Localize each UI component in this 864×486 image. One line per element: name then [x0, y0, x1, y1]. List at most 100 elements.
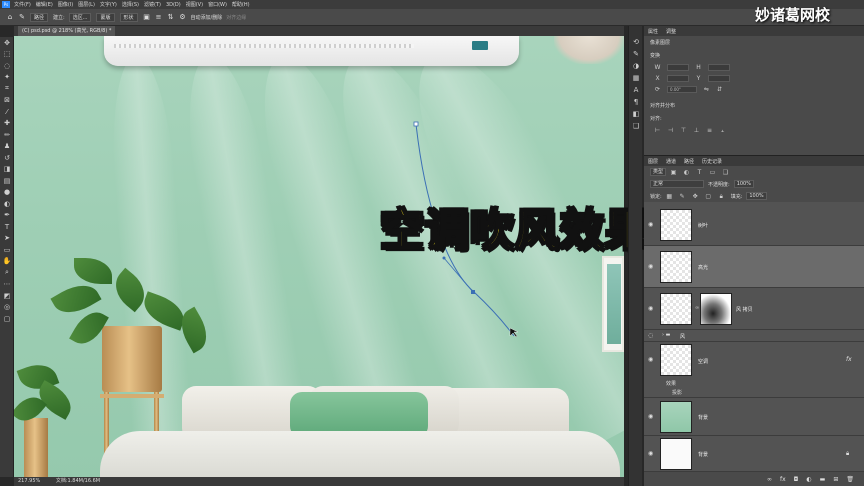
- new-group-icon[interactable]: ▬: [820, 476, 826, 483]
- path-handle[interactable]: [443, 257, 474, 293]
- lock-artboard-icon[interactable]: ▢: [705, 193, 712, 200]
- visibility-eye-icon[interactable]: ◉: [648, 450, 653, 457]
- swatches-panel-icon[interactable]: ▦: [629, 72, 643, 84]
- anchor-point[interactable]: [413, 121, 419, 127]
- flip-vertical-icon[interactable]: ⇵: [716, 86, 723, 93]
- paragraph-panel-icon[interactable]: ¶: [629, 96, 643, 108]
- add-style-icon[interactable]: fx: [780, 476, 786, 483]
- link-icon[interactable]: ∞: [695, 305, 699, 311]
- layer-filter-select[interactable]: 类型: [650, 168, 667, 176]
- layer-name[interactable]: 背景: [698, 451, 708, 458]
- angle-field[interactable]: 0.00°: [667, 86, 697, 93]
- layer-name[interactable]: 背景: [698, 414, 708, 421]
- layer-row[interactable]: ◉ 树叶: [644, 204, 864, 246]
- opacity-field[interactable]: 100%: [733, 180, 754, 188]
- layer-row[interactable]: ◉ 空调 fx 效果 投影: [644, 342, 864, 398]
- link-layers-icon[interactable]: ∞: [767, 476, 772, 483]
- visibility-eye-icon[interactable]: ◌: [648, 332, 653, 339]
- move-tool-icon[interactable]: ✥: [0, 37, 14, 49]
- align-middle-icon[interactable]: ≡: [706, 127, 713, 134]
- menu-item-3d[interactable]: 3D(D): [166, 2, 181, 8]
- lock-position-icon[interactable]: ✥: [692, 193, 699, 200]
- path-operations-icon[interactable]: ▣: [143, 13, 151, 21]
- layer-name[interactable]: 高光: [698, 264, 708, 271]
- path-selection-tool-icon[interactable]: ➤: [0, 233, 14, 245]
- clone-stamp-tool-icon[interactable]: ♟: [0, 141, 14, 153]
- eyedropper-tool-icon[interactable]: ⁄: [0, 106, 14, 118]
- layer-row[interactable]: ◉ ∞ 风 拷贝: [644, 288, 864, 330]
- more-tools-icon[interactable]: ⋯: [0, 279, 14, 291]
- align-left-icon[interactable]: ⊢: [654, 127, 661, 134]
- layer-row[interactable]: ◉ 背景: [644, 398, 864, 436]
- crop-tool-icon[interactable]: ⌗: [0, 83, 14, 95]
- visibility-eye-icon[interactable]: ◉: [648, 356, 653, 363]
- menu-item-file[interactable]: 文件(F): [14, 1, 31, 8]
- tab-properties[interactable]: 属性: [648, 28, 658, 35]
- anchor-point-selected[interactable]: [471, 290, 475, 294]
- layer-name[interactable]: 树叶: [698, 222, 708, 229]
- color-panel-icon[interactable]: ◑: [629, 60, 643, 72]
- document-tab[interactable]: (C) psd.psd @ 218% (高光, RGB/8) *: [18, 26, 116, 36]
- filter-adjust-icon[interactable]: ◐: [683, 169, 690, 176]
- eraser-tool-icon[interactable]: ◨: [0, 164, 14, 176]
- dodge-tool-icon[interactable]: ◐: [0, 198, 14, 210]
- menu-item-edit[interactable]: 编辑(E): [36, 1, 53, 8]
- tab-channels[interactable]: 通道: [666, 158, 676, 165]
- quick-mask-icon[interactable]: ◎: [0, 302, 14, 314]
- visibility-eye-icon[interactable]: ◉: [648, 413, 653, 420]
- menu-item-help[interactable]: 帮助(H): [232, 1, 250, 8]
- layer-name[interactable]: 风 拷贝: [736, 306, 753, 313]
- library-panel-icon[interactable]: ❑: [629, 120, 643, 132]
- color-swatches-icon[interactable]: ◩: [0, 290, 14, 302]
- filter-shape-icon[interactable]: ▭: [709, 169, 716, 176]
- fill-field[interactable]: 100%: [746, 192, 767, 200]
- y-field[interactable]: [708, 75, 730, 82]
- home-icon[interactable]: ⌂: [6, 13, 14, 21]
- healing-brush-tool-icon[interactable]: ✚: [0, 118, 14, 130]
- auto-add-delete-checkbox[interactable]: 自动添加/删除: [191, 14, 223, 21]
- visibility-eye-icon[interactable]: ◉: [648, 305, 653, 312]
- menu-item-view[interactable]: 视图(V): [186, 1, 203, 8]
- frame-tool-icon[interactable]: ⊠: [0, 95, 14, 107]
- visibility-eye-icon[interactable]: ◉: [648, 263, 653, 270]
- adjustment-layer-icon[interactable]: ◐: [806, 476, 811, 483]
- shape-button[interactable]: 形状: [119, 12, 138, 22]
- pen-tool-icon[interactable]: ✒: [0, 210, 14, 222]
- marquee-tool-icon[interactable]: ⬚: [0, 49, 14, 61]
- add-mask-icon[interactable]: ◘: [794, 476, 799, 483]
- screen-mode-icon[interactable]: ▢: [0, 313, 14, 325]
- blend-mode-select[interactable]: 正常: [650, 180, 704, 188]
- drop-shadow-label[interactable]: 投影: [672, 389, 682, 396]
- lock-all-icon[interactable]: 🔒︎: [718, 193, 725, 200]
- new-layer-icon[interactable]: ⊞: [833, 476, 838, 483]
- blur-tool-icon[interactable]: ●: [0, 187, 14, 199]
- hand-tool-icon[interactable]: ✋: [0, 256, 14, 268]
- document-size[interactable]: 文档:1.84M/16.6M: [56, 478, 100, 484]
- pen-mode-select[interactable]: 路径: [30, 12, 49, 22]
- visibility-eye-icon[interactable]: ◉: [648, 221, 653, 228]
- adjustment-panel-icon[interactable]: ◧: [629, 108, 643, 120]
- filter-smart-icon[interactable]: ❑: [722, 169, 729, 176]
- gradient-tool-icon[interactable]: ▤: [0, 175, 14, 187]
- layer-name[interactable]: 空调: [698, 358, 708, 365]
- character-panel-icon[interactable]: A: [629, 84, 643, 96]
- layer-row[interactable]: ◉ 背景 🔒︎: [644, 436, 864, 472]
- menu-item-image[interactable]: 图像(I): [58, 1, 73, 8]
- path-arrange-icon[interactable]: ⇅: [167, 13, 175, 21]
- brush-panel-icon[interactable]: ✎: [629, 48, 643, 60]
- pen-tool-icon[interactable]: ✎: [18, 13, 26, 21]
- align-bottom-icon[interactable]: ⫠: [719, 127, 726, 134]
- lasso-tool-icon[interactable]: ◌: [0, 60, 14, 72]
- make-selection-button[interactable]: 选区...: [68, 12, 92, 22]
- menu-item-layer[interactable]: 图层(L): [78, 1, 95, 8]
- menu-item-window[interactable]: 窗口(W): [208, 1, 227, 8]
- layer-row-selected[interactable]: ◉ 高光: [644, 246, 864, 288]
- menu-item-type[interactable]: 文字(Y): [100, 1, 117, 8]
- filter-pixel-icon[interactable]: ▣: [670, 169, 677, 176]
- brush-tool-icon[interactable]: ✏: [0, 129, 14, 141]
- delete-layer-icon[interactable]: 🗑︎: [846, 476, 854, 483]
- history-panel-icon[interactable]: ⟲: [629, 36, 643, 48]
- tab-paths[interactable]: 路径: [684, 158, 694, 165]
- path-alignment-icon[interactable]: ≡: [155, 13, 163, 21]
- tab-history[interactable]: 历史记录: [702, 158, 722, 165]
